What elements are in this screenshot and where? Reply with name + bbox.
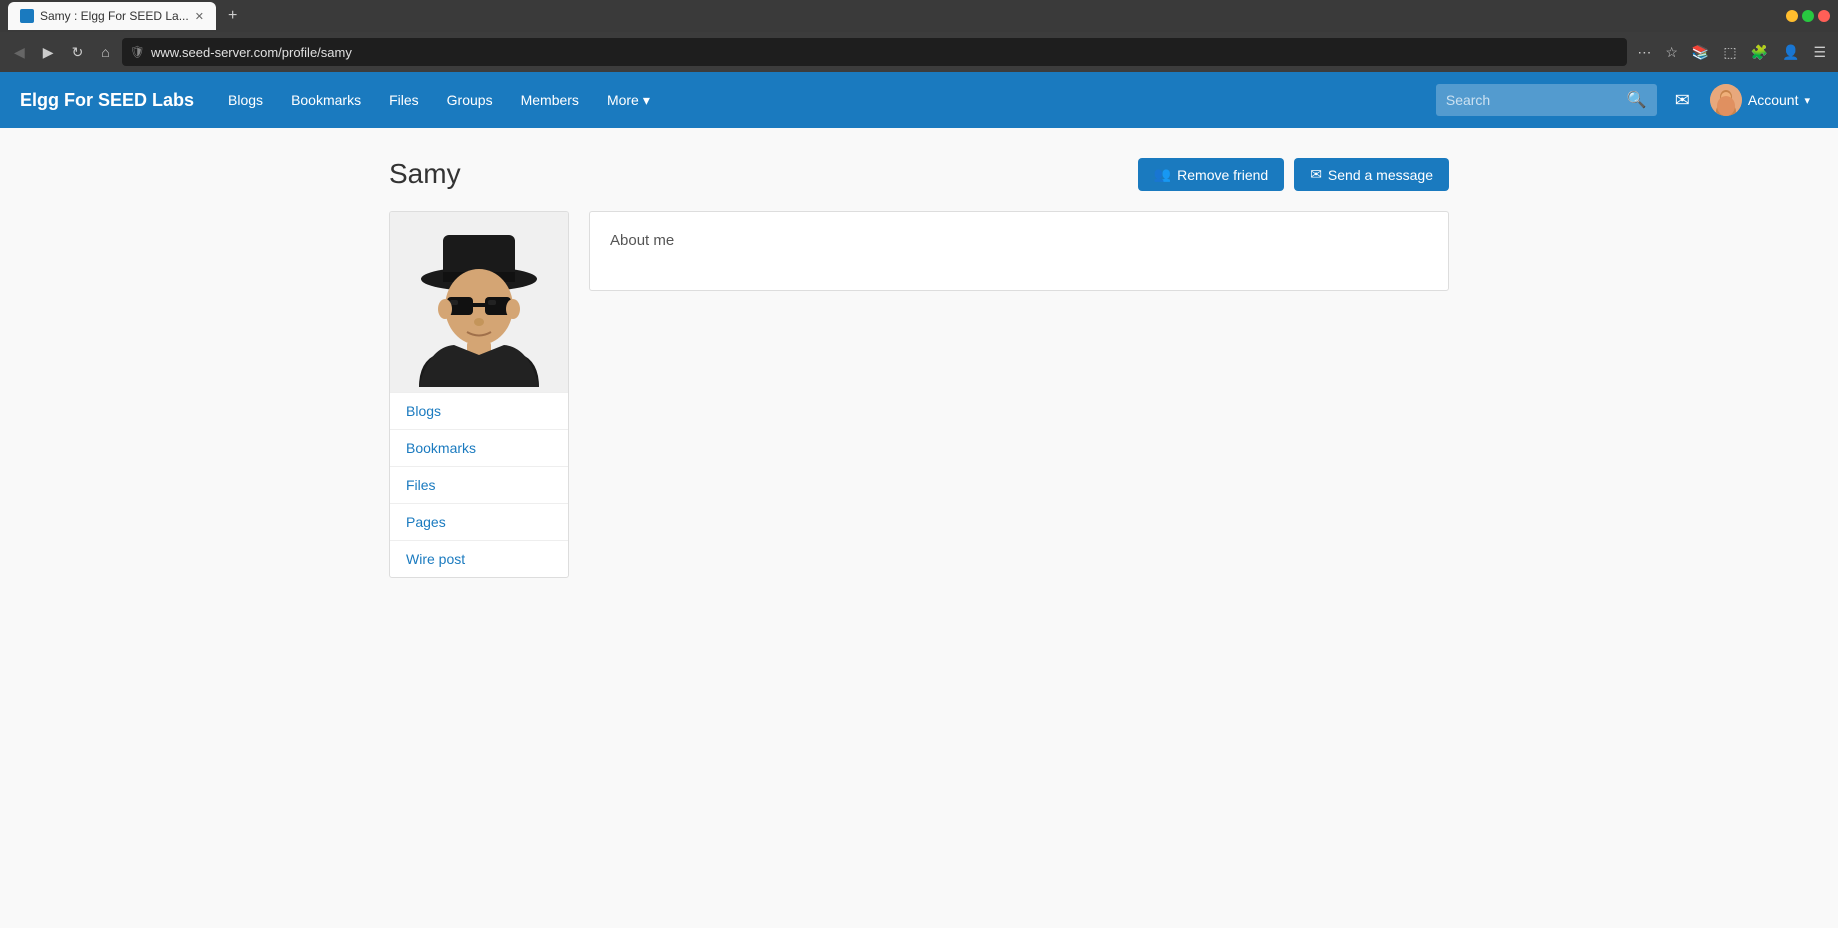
- send-message-button[interactable]: ✉ Send a message: [1294, 158, 1449, 191]
- remove-friend-button[interactable]: 👥 Remove friend: [1138, 158, 1284, 191]
- sidebar-link-pages[interactable]: Pages: [390, 504, 568, 540]
- screen-capture-icon[interactable]: ⬚: [1719, 40, 1740, 65]
- browser-titlebar: Samy : Elgg For SEED La... ✕ +: [0, 0, 1838, 32]
- toolbar-right: ⋯ ☆ 📚 ⬚ 🧩 👤 ☰: [1633, 40, 1830, 65]
- address-bar[interactable]: [151, 45, 1619, 60]
- profile-icon[interactable]: 👤: [1778, 40, 1803, 65]
- nav-link-files[interactable]: Files: [375, 72, 433, 128]
- browser-toolbar: ◀ ▶ ↻ ⌂ 🛡 ⋯ ☆ 📚 ⬚ 🧩 👤 ☰: [0, 32, 1838, 72]
- nav-link-members[interactable]: Members: [507, 72, 593, 128]
- nav-icons: ✉ Account ▾: [1667, 84, 1818, 116]
- profile-sidebar: Blogs Bookmarks Files Pages Wire post: [389, 211, 569, 578]
- send-message-icon: ✉: [1310, 166, 1322, 183]
- about-me-label: About me: [610, 232, 674, 249]
- avatar: [1710, 84, 1742, 116]
- list-item: Wire post: [390, 540, 568, 577]
- profile-avatar-box: [390, 212, 568, 392]
- maximize-button[interactable]: [1802, 10, 1814, 22]
- tab-title: Samy : Elgg For SEED La...: [40, 9, 189, 23]
- remove-friend-icon: 👥: [1154, 166, 1171, 183]
- avatar-image: [1710, 84, 1742, 116]
- bookmarks-library-icon[interactable]: 📚: [1688, 40, 1713, 65]
- profile-name: Samy: [389, 158, 461, 190]
- account-label: Account: [1748, 92, 1799, 108]
- list-item: Files: [390, 466, 568, 503]
- shield-icon: 🛡: [130, 45, 145, 59]
- nav-links: Blogs Bookmarks Files Groups Members Mor…: [214, 72, 1426, 128]
- nav-link-groups[interactable]: Groups: [433, 72, 507, 128]
- browser-tab[interactable]: Samy : Elgg For SEED La... ✕: [8, 2, 216, 30]
- back-button[interactable]: ◀: [8, 40, 31, 65]
- sidebar-link-bookmarks[interactable]: Bookmarks: [390, 430, 568, 466]
- minimize-button[interactable]: [1786, 10, 1798, 22]
- extensions-icon[interactable]: 🧩: [1747, 40, 1772, 65]
- search-button[interactable]: 🔍: [1627, 90, 1647, 110]
- app-brand[interactable]: Elgg For SEED Labs: [20, 90, 194, 111]
- profile-body: Blogs Bookmarks Files Pages Wire post Ab…: [389, 211, 1449, 578]
- messages-icon[interactable]: ✉: [1667, 86, 1698, 115]
- address-bar-wrapper: 🛡: [122, 38, 1628, 66]
- browser-chrome: Samy : Elgg For SEED La... ✕ + ◀ ▶ ↻ ⌂ 🛡…: [0, 0, 1838, 72]
- account-dropdown-arrow: ▾: [1804, 94, 1810, 107]
- profile-avatar-image: [399, 217, 559, 387]
- profile-main: About me: [589, 211, 1449, 291]
- forward-button[interactable]: ▶: [37, 40, 60, 65]
- refresh-button[interactable]: ↻: [66, 40, 90, 65]
- sidebar-link-files[interactable]: Files: [390, 467, 568, 503]
- search-input[interactable]: [1446, 92, 1627, 108]
- nav-link-blogs[interactable]: Blogs: [214, 72, 277, 128]
- list-item: Bookmarks: [390, 429, 568, 466]
- tab-close-button[interactable]: ✕: [195, 10, 204, 23]
- tab-favicon: [20, 9, 34, 23]
- window-controls: [1786, 10, 1830, 22]
- nav-link-bookmarks[interactable]: Bookmarks: [277, 72, 375, 128]
- more-options-icon[interactable]: ⋯: [1633, 40, 1655, 65]
- list-item: Pages: [390, 503, 568, 540]
- account-button[interactable]: Account ▾: [1702, 84, 1818, 116]
- home-button[interactable]: ⌂: [95, 40, 115, 64]
- nav-link-more[interactable]: More ▾: [593, 72, 664, 128]
- sidebar-link-wire-post[interactable]: Wire post: [390, 541, 568, 577]
- app-navbar: Elgg For SEED Labs Blogs Bookmarks Files…: [0, 72, 1838, 128]
- sidebar-link-blogs[interactable]: Blogs: [390, 393, 568, 429]
- page-content: Samy 👥 Remove friend ✉ Send a message: [369, 128, 1469, 608]
- new-tab-button[interactable]: +: [220, 2, 245, 30]
- nav-search-area: 🔍: [1436, 84, 1657, 116]
- profile-actions: 👥 Remove friend ✉ Send a message: [1138, 158, 1449, 191]
- list-item: Blogs: [390, 392, 568, 429]
- profile-header: Samy 👥 Remove friend ✉ Send a message: [389, 158, 1449, 191]
- bookmark-star-icon[interactable]: ☆: [1661, 40, 1682, 65]
- close-button[interactable]: [1818, 10, 1830, 22]
- profile-nav-list: Blogs Bookmarks Files Pages Wire post: [390, 392, 568, 577]
- menu-icon[interactable]: ☰: [1809, 40, 1830, 65]
